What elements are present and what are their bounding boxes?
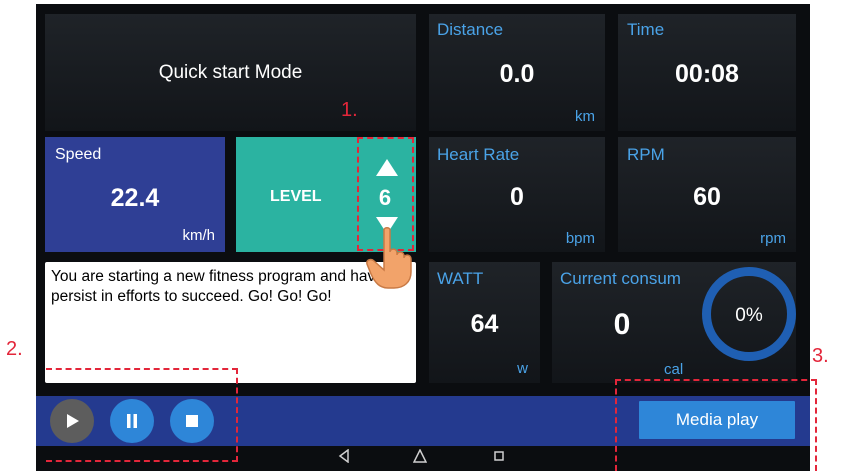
hand-pointer-icon xyxy=(366,227,412,289)
watt-tile: WATT 64 w xyxy=(429,262,540,383)
heart-rate-value: 0 xyxy=(510,183,524,211)
speed-value: 22.4 xyxy=(110,184,160,212)
current-consumption-value: 0 xyxy=(613,308,631,341)
nav-recent-icon[interactable] xyxy=(489,449,509,465)
progress-ring-percent: 0% xyxy=(735,305,763,326)
current-consumption-tile: Current consum 0 cal 0% xyxy=(552,262,796,383)
watt-unit: w xyxy=(517,360,528,377)
time-tile: Time 00:08 xyxy=(618,14,796,131)
play-icon xyxy=(67,414,79,428)
heart-rate-label: Heart Rate xyxy=(437,145,520,164)
watt-label: WATT xyxy=(437,269,484,288)
annotation-3-right-line xyxy=(815,379,817,471)
heart-rate-tile: Heart Rate 0 bpm xyxy=(429,137,605,252)
annotation-2-bottom-line xyxy=(46,460,238,462)
current-consumption-unit: cal xyxy=(664,361,684,378)
rpm-tile: RPM 60 rpm xyxy=(618,137,796,252)
quick-start-tile[interactable]: Quick start Mode xyxy=(45,14,416,131)
watt-value: 64 xyxy=(470,310,499,338)
time-label: Time xyxy=(627,20,665,39)
stop-icon xyxy=(186,415,198,427)
speed-unit: km/h xyxy=(182,227,215,244)
distance-tile: Distance 0.0 km xyxy=(429,14,605,131)
distance-unit: km xyxy=(575,108,595,125)
annotation-2-top-line xyxy=(46,368,238,370)
annotation-2-right-line xyxy=(236,368,238,462)
level-label: LEVEL xyxy=(270,188,322,205)
distance-label: Distance xyxy=(437,20,504,39)
callout-3: 3. xyxy=(812,345,829,367)
quick-start-label: Quick start Mode xyxy=(158,62,303,83)
rpm-label: RPM xyxy=(627,145,665,164)
annotation-3-top-line xyxy=(615,379,817,381)
callout-2: 2. xyxy=(6,338,23,360)
nav-home-icon[interactable] xyxy=(410,448,430,466)
stop-button[interactable] xyxy=(170,399,214,443)
rpm-unit: rpm xyxy=(760,230,786,247)
nav-back-icon[interactable] xyxy=(334,448,354,466)
speed-tile: Speed 22.4 km/h xyxy=(45,137,225,252)
distance-value: 0.0 xyxy=(499,60,535,88)
rpm-value: 60 xyxy=(693,183,721,211)
play-button[interactable] xyxy=(50,399,94,443)
pause-icon xyxy=(127,414,137,428)
current-consumption-label: Current consum xyxy=(560,269,681,288)
heart-rate-unit: bpm xyxy=(565,230,595,247)
pause-button[interactable] xyxy=(110,399,154,443)
annotation-3-left-line xyxy=(615,379,617,471)
motivation-message: You are starting a new fitness program a… xyxy=(45,262,416,383)
speed-label: Speed xyxy=(55,146,102,163)
time-value: 00:08 xyxy=(675,60,739,88)
media-play-button[interactable]: Media play xyxy=(639,401,795,439)
callout-1: 1. xyxy=(341,99,358,121)
